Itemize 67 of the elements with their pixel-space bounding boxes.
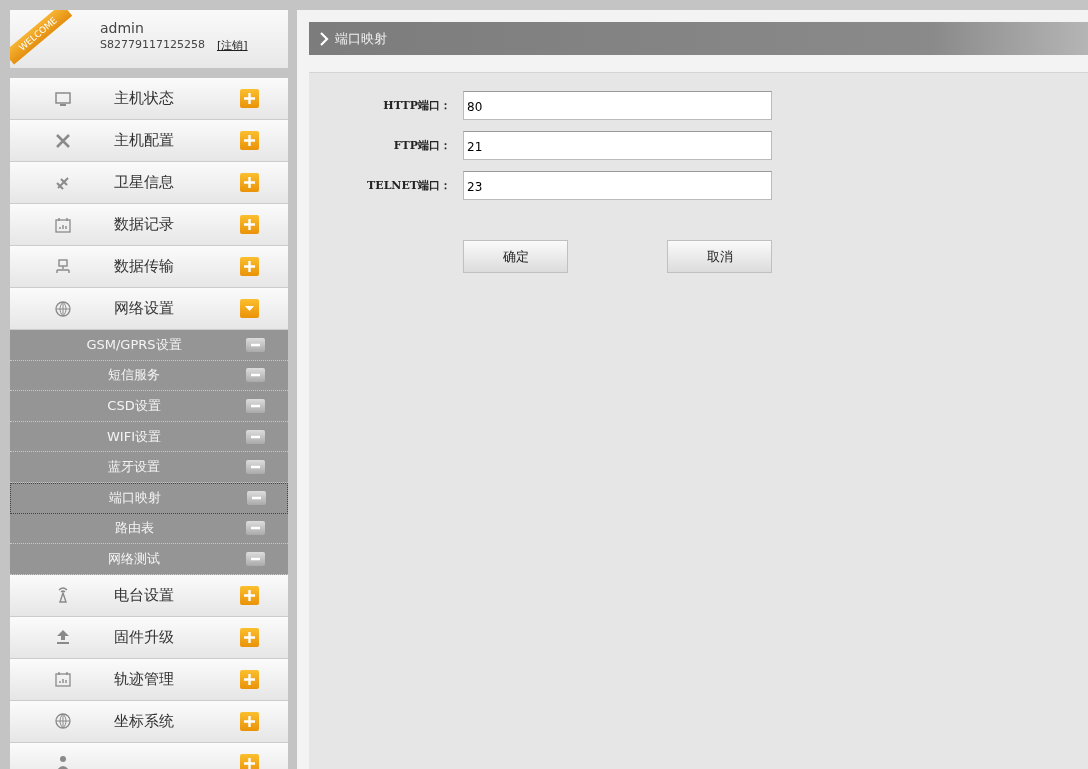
field-label: HTTP端口： xyxy=(382,98,451,113)
input-field[interactable]: 21 xyxy=(463,131,772,160)
menu-item[interactable]: 坐标系统 xyxy=(10,700,288,743)
collapse-toggle-icon[interactable] xyxy=(240,299,259,318)
menu-item-label: 数据记录 xyxy=(114,215,175,234)
minus-icon xyxy=(246,368,265,383)
menu-item-label: 坐标系统 xyxy=(114,711,175,731)
serial-number: S82779117125258 xyxy=(100,38,205,53)
minus-icon xyxy=(246,551,265,566)
upload-icon xyxy=(54,628,72,647)
menu-item-label: 电台设置 xyxy=(114,585,175,605)
input-field[interactable]: 80 xyxy=(463,91,772,120)
submenu-item-label: WIFI设置 xyxy=(106,427,162,446)
menu-item-label: 数据传输 xyxy=(114,257,175,276)
menu-item-label: 主机配置 xyxy=(114,131,175,150)
minus-icon xyxy=(246,429,265,444)
monitor-icon xyxy=(54,89,72,108)
menu-item-label: 卫星信息 xyxy=(114,173,175,192)
network-icon xyxy=(54,257,72,276)
expand-toggle-icon[interactable] xyxy=(240,753,259,769)
globe-icon xyxy=(54,712,72,731)
submenu-item-label: CSD设置 xyxy=(106,397,162,415)
submenu-item-label: 短信服务 xyxy=(107,366,161,385)
calendar-icon xyxy=(54,670,72,689)
minus-icon xyxy=(246,337,265,352)
globe-icon xyxy=(54,299,72,318)
chevron-right-icon xyxy=(319,31,329,46)
expand-toggle-icon[interactable] xyxy=(240,89,259,108)
expand-toggle-icon[interactable] xyxy=(240,215,259,234)
expand-toggle-icon[interactable] xyxy=(240,711,259,731)
minus-icon xyxy=(246,521,265,536)
menu-item[interactable]: 电台设置 xyxy=(10,574,288,617)
submenu-item-label: 蓝牙设置 xyxy=(107,458,161,477)
confirm-button[interactable]: 确定 xyxy=(463,240,568,273)
menu-item-label: 固件升级 xyxy=(114,627,175,647)
menu-item[interactable]: 主机配置 xyxy=(10,120,288,162)
page-title: 端口映射 xyxy=(335,29,387,48)
menu-item[interactable]: 数据记录 xyxy=(10,204,288,246)
submenu-item-label: 路由表 xyxy=(113,519,155,538)
logout-link[interactable]: [注销] xyxy=(216,38,248,53)
field-label: TELNET端口： xyxy=(366,178,451,193)
submenu-item-label: GSM/GPRS设置 xyxy=(85,335,183,354)
field-label: FTP端口： xyxy=(392,138,451,153)
submenu-item-label: 端口映射 xyxy=(108,489,162,508)
minus-icon xyxy=(247,491,266,506)
menu-item[interactable]: 网络设置 xyxy=(10,288,288,330)
menu-item[interactable]: 卫星信息 xyxy=(10,162,288,204)
expand-toggle-icon[interactable] xyxy=(240,173,259,192)
calendar-icon xyxy=(54,215,72,234)
menu-item-label: 网络设置 xyxy=(114,299,175,318)
menu-item[interactable]: 主机状态 xyxy=(10,78,288,120)
menu-item-label: 轨迹管理 xyxy=(114,669,175,689)
expand-toggle-icon[interactable] xyxy=(240,669,259,689)
submenu-item-label: 网络测试 xyxy=(107,549,161,568)
minus-icon xyxy=(246,399,265,413)
cancel-button[interactable]: 取消 xyxy=(667,240,772,273)
expand-toggle-icon[interactable] xyxy=(240,585,259,605)
expand-toggle-icon[interactable] xyxy=(240,257,259,276)
minus-icon xyxy=(246,460,265,475)
username: admin xyxy=(100,20,145,36)
menu-item[interactable]: 固件升级 xyxy=(10,616,288,659)
expand-toggle-icon[interactable] xyxy=(240,627,259,647)
expand-toggle-icon[interactable] xyxy=(240,131,259,150)
menu-item-label: 主机状态 xyxy=(114,89,175,108)
menu-item[interactable]: 数据传输 xyxy=(10,246,288,288)
input-field[interactable]: 23 xyxy=(463,171,772,200)
menu-item[interactable]: 轨迹管理 xyxy=(10,658,288,701)
